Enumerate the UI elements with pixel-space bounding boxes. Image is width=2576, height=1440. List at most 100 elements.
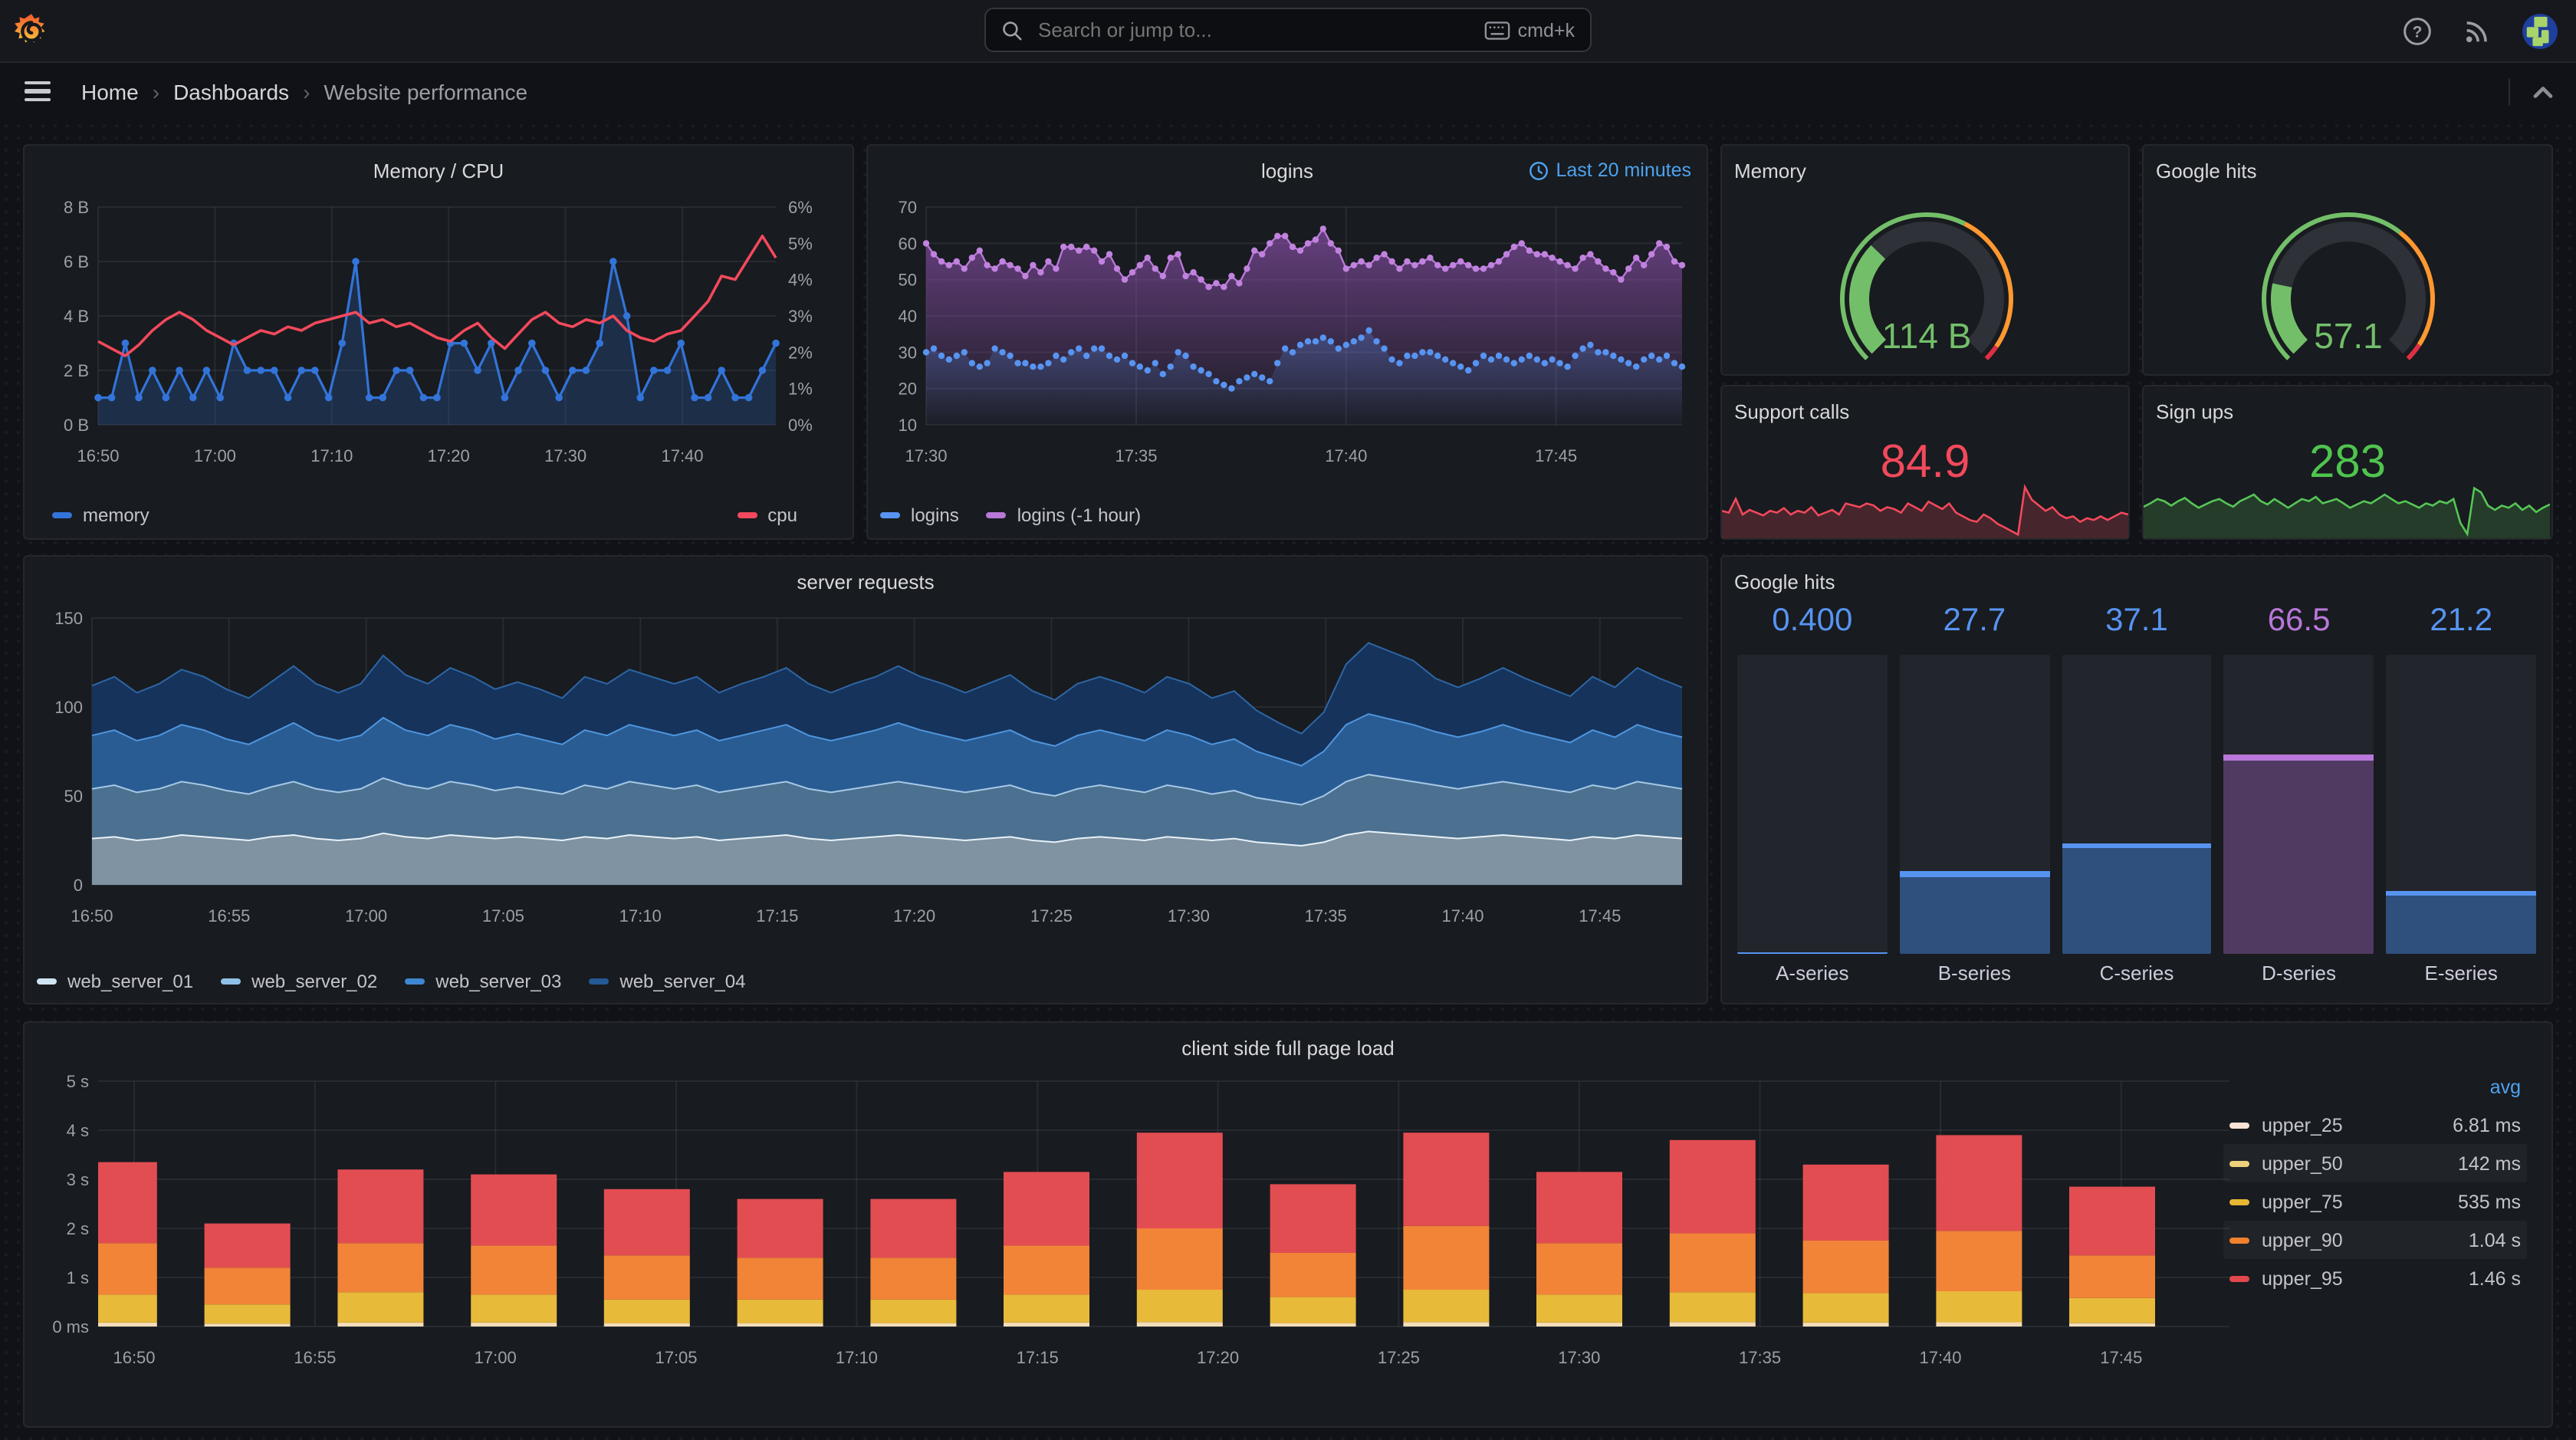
panel-title[interactable]: Google hits: [1734, 569, 2539, 603]
svg-text:2%: 2%: [788, 343, 813, 362]
legend-item[interactable]: web_server_01: [37, 971, 193, 992]
svg-text:150: 150: [54, 609, 83, 628]
bar-fill: [1899, 871, 2050, 954]
svg-text:16:55: 16:55: [294, 1348, 336, 1367]
svg-text:20: 20: [899, 380, 917, 399]
svg-text:17:00: 17:00: [194, 446, 236, 465]
bar-gauge-column: 21.2 E-series: [2386, 603, 2536, 991]
bar-gauge-column: 27.7 B-series: [1899, 603, 2050, 991]
panel-logins: logins Last 20 minutes 10 20 30 40 50 60 70 17:…: [866, 144, 1708, 540]
svg-text:17:20: 17:20: [893, 906, 935, 925]
panel-title[interactable]: Sign ups: [2156, 399, 2539, 432]
svg-text:17:45: 17:45: [2100, 1348, 2142, 1367]
legend-avg-value: 535 ms: [2458, 1191, 2521, 1212]
bar-gauge-column: 0.400 A-series: [1737, 603, 1888, 991]
bar-cap: [2062, 843, 2212, 849]
panel-title[interactable]: Memory: [1734, 158, 2116, 192]
legend-row[interactable]: upper_25 6.81 ms: [2223, 1106, 2527, 1144]
legend-row[interactable]: upper_90 1.04 s: [2223, 1221, 2527, 1259]
svg-text:17:05: 17:05: [655, 1348, 697, 1367]
legend-swatch: [2229, 1237, 2249, 1243]
legend-swatch: [221, 978, 242, 985]
breadcrumb-separator: ›: [152, 79, 160, 104]
grafana-logo[interactable]: [0, 12, 61, 50]
breadcrumb-dashboards[interactable]: Dashboards: [173, 79, 289, 104]
help-icon[interactable]: ?: [2403, 16, 2432, 45]
svg-text:17:40: 17:40: [1325, 446, 1367, 465]
svg-text:4%: 4%: [788, 271, 813, 290]
grafana-flame-icon: [14, 13, 44, 42]
svg-text:2 B: 2 B: [64, 361, 89, 380]
bar-track: [2062, 655, 2212, 954]
page-load-chart[interactable]: 0 ms 1 s 2 s 3 s 4 s 5 s 16:50 16:55 17:00 17:05 1…: [37, 1069, 2539, 1417]
panel-memory-cpu: Memory / CPU 0 B 2 B 4 B 6 B 8 B 0% 1% 2% 3% 4% 5%…: [23, 144, 854, 540]
svg-text:17:35: 17:35: [1739, 1348, 1781, 1367]
server-requests-legend: web_server_01 web_server_02 web_server_03 w…: [37, 966, 1694, 997]
legend-item[interactable]: web_server_04: [589, 971, 746, 992]
panel-title[interactable]: Memory / CPU: [37, 158, 840, 192]
search-field[interactable]: [1035, 17, 1484, 43]
svg-text:3 s: 3 s: [67, 1170, 89, 1189]
bar-label: A-series: [1776, 962, 1849, 985]
bar-label: B-series: [1937, 962, 2012, 985]
memory-gauge: 114 B: [1734, 192, 2116, 374]
legend-item[interactable]: memory: [52, 505, 150, 526]
svg-text:8 B: 8 B: [64, 198, 89, 217]
panel-title[interactable]: client side full page load: [37, 1035, 2539, 1069]
legend-item[interactable]: web_server_02: [221, 971, 377, 992]
legend-item[interactable]: logins (-1 hour): [986, 505, 1141, 526]
legend-row[interactable]: upper_75 535 ms: [2223, 1182, 2527, 1221]
breadcrumb-home[interactable]: Home: [81, 79, 139, 104]
bar-fill: [2062, 843, 2212, 954]
dashboard-canvas: Memory / CPU 0 B 2 B 4 B 6 B 8 B 0% 1% 2% 3% 4% 5%…: [0, 120, 2576, 1440]
legend-row[interactable]: upper_95 1.46 s: [2223, 1259, 2527, 1297]
panel-title[interactable]: Google hits: [2156, 158, 2539, 192]
breadcrumb: Home › Dashboards › Website performance: [81, 79, 527, 104]
legend-swatch: [37, 978, 57, 985]
user-avatar[interactable]: [2522, 13, 2558, 48]
search-input[interactable]: cmd+k: [984, 8, 1592, 52]
time-range-link[interactable]: Last 20 minutes: [1529, 159, 1691, 181]
search-shortcut: cmd+k: [1484, 19, 1575, 41]
legend-swatch: [737, 512, 757, 518]
logins-chart[interactable]: 10 20 30 40 50 60 70 17:30 17:35 17:40 17:45: [880, 192, 1694, 500]
menu-toggle-icon[interactable]: [25, 81, 51, 102]
svg-text:50: 50: [64, 787, 83, 806]
google-hits-bar-gauge: 0.400 A-series 27.7 B-series 37.1 C-seri…: [1734, 603, 2539, 991]
collapse-controls-icon[interactable]: [2532, 84, 2555, 99]
memory-cpu-chart[interactable]: 0 B 2 B 4 B 6 B 8 B 0% 1% 2% 3% 4% 5% 6% 16:50 17:00 1…: [37, 192, 840, 500]
svg-text:1 s: 1 s: [67, 1268, 89, 1287]
svg-text:17:30: 17:30: [905, 446, 947, 465]
svg-text:0: 0: [74, 876, 83, 895]
legend-swatch: [880, 512, 900, 518]
bar-value: 66.5: [2267, 603, 2331, 638]
server-requests-chart[interactable]: 0 50 100 150 16:50 16:55 17:00 17:05 17:10 17:15 1…: [37, 603, 1694, 966]
svg-text:17:25: 17:25: [1030, 906, 1073, 925]
bar-cap: [1737, 952, 1888, 954]
svg-text:4 B: 4 B: [64, 307, 89, 326]
legend-item[interactable]: cpu: [737, 505, 797, 526]
legend-item[interactable]: logins: [880, 505, 959, 526]
svg-text:17:10: 17:10: [619, 906, 662, 925]
legend-avg-value: 1.46 s: [2468, 1267, 2521, 1289]
svg-text:17:10: 17:10: [310, 446, 353, 465]
news-rss-icon[interactable]: [2463, 16, 2492, 45]
svg-text:0 ms: 0 ms: [52, 1317, 89, 1336]
panel-title[interactable]: server requests: [37, 569, 1694, 603]
bar-cap: [2223, 755, 2374, 761]
svg-text:100: 100: [54, 698, 83, 717]
svg-text:57.1: 57.1: [2314, 316, 2383, 356]
svg-text:17:25: 17:25: [1378, 1348, 1420, 1367]
bar-track: [1737, 655, 1888, 954]
bar-cap: [1899, 871, 2050, 876]
panel-title[interactable]: Support calls: [1734, 399, 2116, 432]
legend-row[interactable]: upper_50 142 ms: [2223, 1144, 2527, 1182]
svg-text:4 s: 4 s: [67, 1121, 89, 1140]
legend-avg-value: 1.04 s: [2468, 1229, 2521, 1251]
svg-text:6%: 6%: [788, 198, 813, 217]
svg-text:70: 70: [899, 198, 917, 217]
legend-swatch: [2229, 1275, 2249, 1281]
legend-item[interactable]: web_server_03: [405, 971, 561, 992]
legend-avg-header[interactable]: avg: [2223, 1069, 2527, 1106]
svg-text:3%: 3%: [788, 307, 813, 326]
